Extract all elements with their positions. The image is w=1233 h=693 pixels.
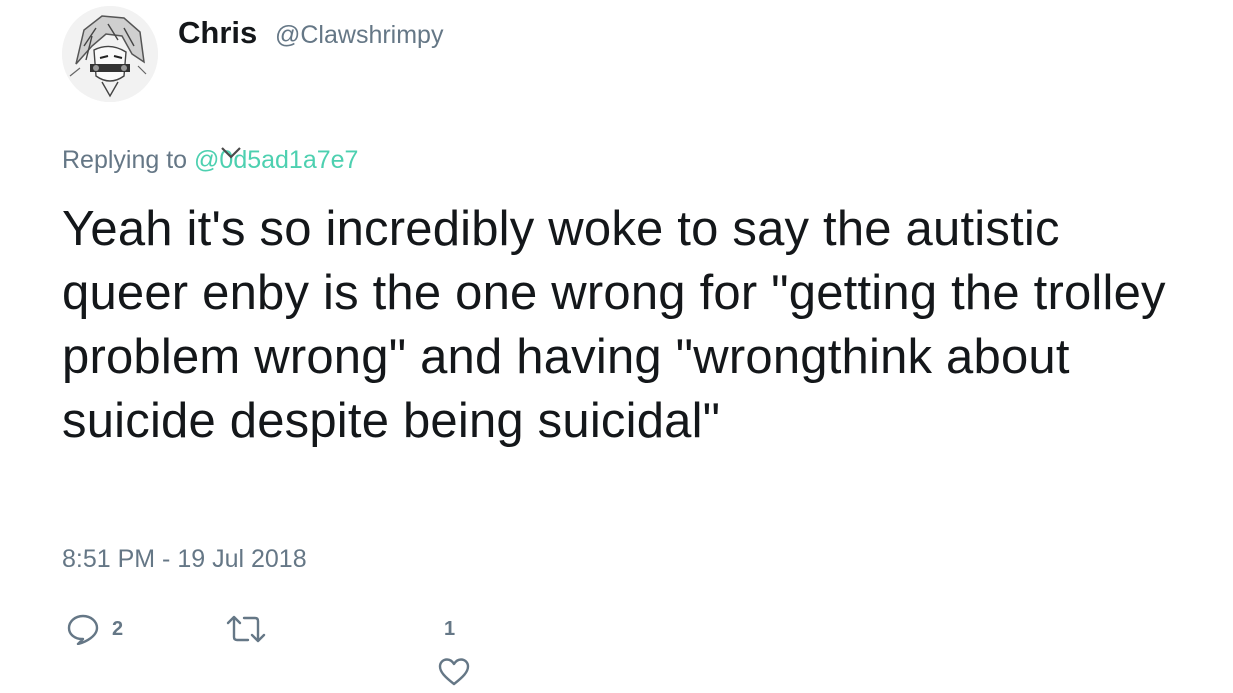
heart-icon[interactable] [437,656,471,688]
retweet-icon [226,615,266,643]
reply-button[interactable]: 2 [66,613,123,645]
reply-bubble-icon [67,614,99,645]
chevron-down-icon[interactable] [220,146,242,160]
retweet-button[interactable] [224,613,268,645]
reply-count: 2 [112,617,124,640]
author-handle[interactable]: @Clawshrimpy [275,19,443,51]
author-display-name[interactable]: Chris [178,14,257,52]
tweet-text: Yeah it's so incredibly woke to say the … [62,202,1166,448]
tweet-timestamp[interactable]: 8:51 PM - 19 Jul 2018 [62,543,307,575]
reply-to-handle-link[interactable]: @0d5ad1a7e7 [194,146,358,174]
like-count: 1 [444,618,456,640]
replying-to-label: Replying to [62,146,188,174]
replying-to: Replying to @0d5ad1a7e7 [62,144,358,176]
avatar[interactable] [62,6,158,102]
avatar-image [62,6,158,102]
